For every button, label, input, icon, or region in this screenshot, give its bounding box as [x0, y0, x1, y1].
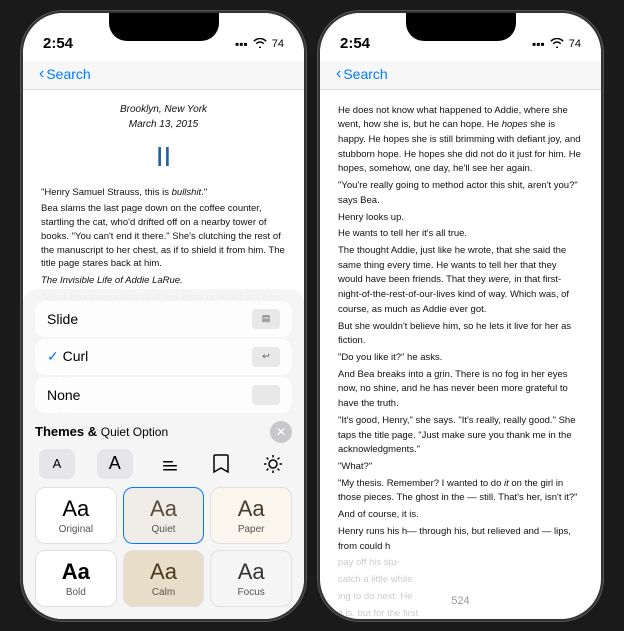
right-back-chevron-icon: ‹ [336, 65, 341, 83]
left-status-icons: ▪▪▪ 74 [235, 37, 284, 51]
slide-option-curl[interactable]: Curl ↩ [35, 339, 292, 375]
right-signal-icon: ▪▪▪ [532, 37, 545, 51]
theme-aa-bold: Aa [62, 559, 90, 585]
chapter-number: II [41, 136, 286, 178]
close-button[interactable]: ✕ [270, 421, 292, 443]
right-battery-icon: 74 [569, 38, 581, 50]
book-paragraph: He wants to tell her it's all true. [338, 227, 583, 242]
font-large-button[interactable]: A [97, 449, 133, 479]
theme-aa-paper: Aa [238, 496, 265, 522]
wifi-icon [253, 37, 267, 51]
left-phone: 2:54 ▪▪▪ 74 ‹ Search Brooklyn, New York [21, 11, 306, 621]
back-label: Search [46, 66, 90, 82]
book-paragraph: Henry runs his h— through his, but relie… [338, 525, 583, 554]
book-paragraph: The thought Addie, just like he wrote, t… [338, 244, 583, 318]
theme-name-quiet: Quiet [152, 524, 176, 535]
right-time: 2:54 [340, 35, 370, 52]
theme-name-calm: Calm [152, 587, 175, 598]
theme-name-bold: Bold [66, 587, 86, 598]
back-chevron-icon: ‹ [39, 65, 44, 83]
font-controls: A A [35, 449, 292, 479]
themes-title: Themes & Quiet Option [35, 424, 168, 439]
right-back-label: Search [343, 66, 387, 82]
none-label: None [47, 387, 80, 403]
signal-icon: ▪▪▪ [235, 37, 248, 51]
brightness-icon[interactable] [258, 449, 288, 479]
right-status-icons: ▪▪▪ 74 [532, 37, 581, 51]
theme-aa-quiet: Aa [150, 496, 177, 522]
right-wifi-icon [550, 37, 564, 51]
bookmark-icon[interactable] [206, 449, 236, 479]
book-paragraph: catch a little while [338, 573, 583, 588]
font-small-button[interactable]: A [39, 449, 75, 479]
theme-aa-focus: Aa [238, 559, 265, 585]
phones-container: 2:54 ▪▪▪ 74 ‹ Search Brooklyn, New York [21, 11, 603, 621]
book-paragraph: "My thesis. Remember? I wanted to do it … [338, 477, 583, 506]
book-location: Brooklyn, New York March 13, 2015 [41, 102, 286, 132]
book-paragraph: The Invisible Life of Addie LaRue. [41, 274, 286, 288]
theme-name-paper: Paper [238, 524, 265, 535]
book-paragraph: And of course, it is. [338, 508, 583, 523]
book-paragraph: "Do you like it?" he asks. [338, 351, 583, 366]
theme-calm[interactable]: Aa Calm [123, 550, 205, 607]
themes-grid: Aa Original Aa Quiet Aa Paper Aa Bold Aa [35, 487, 292, 607]
themes-header: Themes & Quiet Option ✕ [35, 421, 292, 443]
none-icon [252, 385, 280, 405]
left-nav-bar[interactable]: ‹ Search [23, 61, 304, 90]
theme-name-original: Original [59, 524, 93, 535]
book-paragraph: Bea slams the last page down on the coff… [41, 202, 286, 271]
book-paragraph: it is, but for the first [338, 607, 583, 616]
theme-aa-calm: Aa [150, 559, 177, 585]
left-back-button[interactable]: ‹ Search [39, 65, 91, 83]
right-phone: 2:54 ▪▪▪ 74 ‹ Search He does not know wh… [318, 11, 603, 621]
slide-option-none[interactable]: None [35, 377, 292, 413]
theme-aa-original: Aa [62, 496, 89, 522]
book-paragraph: "It's good, Henry," she says. "It's real… [338, 414, 583, 458]
slide-label: Slide [47, 311, 78, 327]
curl-icon: ↩ [252, 347, 280, 367]
theme-paper[interactable]: Aa Paper [210, 487, 292, 544]
slide-icon: ▤ [252, 309, 280, 329]
book-paragraph: Henry looks up. [338, 211, 583, 226]
book-paragraph: And Bea breaks into a grin. There is no … [338, 368, 583, 412]
font-style-icon[interactable] [155, 449, 185, 479]
slide-options: Slide ▤ Curl ↩ None [35, 301, 292, 413]
slide-option-slide[interactable]: Slide ▤ [35, 301, 292, 337]
book-paragraph: "What?" [338, 460, 583, 475]
left-time: 2:54 [43, 35, 73, 52]
theme-bold[interactable]: Aa Bold [35, 550, 117, 607]
page-number: 524 [451, 595, 469, 607]
theme-focus[interactable]: Aa Focus [210, 550, 292, 607]
book-paragraph: But she wouldn't believe him, so he lets… [338, 320, 583, 349]
book-page-right: He does not know what happened to Addie,… [320, 90, 601, 616]
theme-original[interactable]: Aa Original [35, 487, 117, 544]
book-paragraph: pay off his stu- [338, 556, 583, 571]
theme-quiet[interactable]: Aa Quiet [123, 487, 205, 544]
theme-name-focus: Focus [238, 587, 265, 598]
curl-label: Curl [47, 348, 88, 365]
battery-icon: 74 [272, 38, 284, 50]
book-paragraph: He does not know what happened to Addie,… [338, 104, 583, 178]
right-back-button[interactable]: ‹ Search [336, 65, 388, 83]
left-notch [109, 13, 219, 41]
right-notch [406, 13, 516, 41]
overlay-panel: Slide ▤ Curl ↩ None Themes & Quiet Optio… [23, 289, 304, 619]
right-nav-bar[interactable]: ‹ Search [320, 61, 601, 90]
book-paragraph: "You're really going to method actor thi… [338, 179, 583, 208]
book-paragraph: "Henry Samuel Strauss, this is bullshit.… [41, 186, 286, 200]
